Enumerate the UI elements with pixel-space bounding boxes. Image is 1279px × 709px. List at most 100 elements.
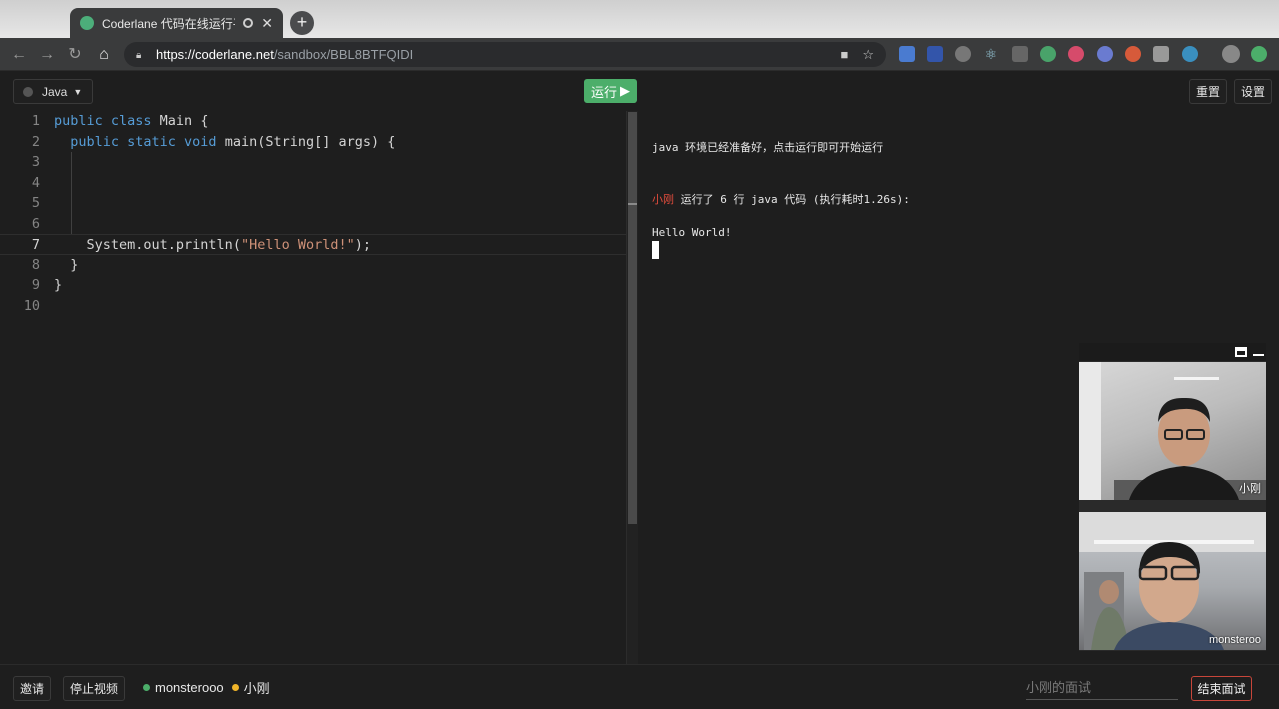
react-devtools-icon[interactable]: ⚛ bbox=[983, 46, 999, 62]
code-line-active: 7 System.out.println("Hello World!"); bbox=[0, 234, 626, 255]
line-number: 10 bbox=[23, 297, 40, 314]
back-icon[interactable]: ← bbox=[8, 44, 30, 66]
recording-indicator-icon bbox=[243, 18, 254, 28]
extension-icon[interactable] bbox=[1125, 46, 1141, 62]
extension-icon[interactable] bbox=[1097, 46, 1113, 62]
code-line: 1 public class Main { bbox=[0, 111, 626, 132]
code-text: ); bbox=[354, 237, 372, 253]
profile-avatar[interactable] bbox=[1222, 45, 1240, 63]
code-string: "Hello World!" bbox=[240, 237, 355, 253]
reload-icon[interactable]: ↻ bbox=[64, 44, 86, 66]
participant-name: 小刚 bbox=[243, 681, 270, 696]
translate-extension-icon[interactable] bbox=[899, 46, 915, 62]
camera-icon[interactable]: ■ bbox=[840, 47, 848, 62]
participant-video-image bbox=[1079, 512, 1266, 650]
code-keyword: public class bbox=[54, 113, 152, 129]
coderlane-favicon-icon bbox=[80, 16, 94, 30]
extension-icon[interactable] bbox=[955, 46, 971, 62]
app-toolbar: Java ▼ 运行 ▶ 重置 设置 bbox=[0, 71, 1279, 111]
play-icon: ▶ bbox=[620, 83, 630, 98]
close-tab-icon[interactable]: ✕ bbox=[261, 15, 273, 32]
console-run-user: 小刚 bbox=[652, 193, 674, 206]
forward-icon[interactable]: → bbox=[36, 44, 58, 66]
tab-title: Coderlane 代码在线运行平 bbox=[102, 16, 236, 31]
invite-button[interactable]: 邀请 bbox=[13, 676, 51, 701]
video-feed: 小刚 bbox=[1079, 362, 1266, 500]
code-line: 5 bbox=[0, 193, 626, 214]
code-line: 2 public static void main(String[] args)… bbox=[0, 132, 626, 153]
extension-icon[interactable] bbox=[1012, 46, 1028, 62]
participant-name: monsterooo bbox=[155, 680, 224, 695]
lock-icon: 🔒︎ bbox=[136, 49, 142, 61]
bookmark-star-icon[interactable]: ☆ bbox=[862, 47, 874, 63]
code-line: 8 } bbox=[0, 255, 626, 276]
update-icon[interactable] bbox=[1251, 46, 1267, 62]
code-text: System.out.println( bbox=[86, 237, 241, 253]
run-label: 运行 bbox=[590, 84, 617, 100]
extension-icon[interactable] bbox=[927, 46, 943, 62]
video-panel-header bbox=[1079, 343, 1266, 361]
line-number: 3 bbox=[31, 154, 40, 170]
end-interview-button[interactable]: 结束面试 bbox=[1191, 676, 1252, 701]
line-number: 7 bbox=[31, 237, 40, 253]
code-text: Main { bbox=[151, 113, 209, 129]
console-run-summary: 小刚 运行了 6 行 java 代码 (执行耗时1.26s): bbox=[652, 191, 910, 207]
stop-video-button[interactable]: 停止视频 bbox=[63, 676, 125, 701]
language-label: Java bbox=[42, 84, 68, 99]
code-line: 6 bbox=[0, 214, 626, 235]
terminal-cursor bbox=[652, 241, 659, 259]
code-text: } bbox=[54, 256, 79, 273]
line-number: 4 bbox=[31, 174, 40, 191]
language-select[interactable]: Java ▼ bbox=[13, 79, 93, 104]
home-icon[interactable]: ⌂ bbox=[93, 44, 115, 66]
settings-button[interactable]: 设置 bbox=[1234, 79, 1272, 104]
code-editor[interactable]: 1 public class Main { 2 public static vo… bbox=[0, 111, 626, 664]
video-panel: 小刚 monsteroo bbox=[1079, 343, 1266, 651]
console-ready-message: java 环境已经准备好，点击运行即可开始运行 bbox=[652, 141, 884, 154]
new-tab-button[interactable]: + bbox=[290, 11, 314, 35]
console-run-message: 运行了 6 行 java 代码 (执行耗时1.26s): bbox=[674, 193, 910, 206]
interview-title-input[interactable] bbox=[1026, 676, 1178, 700]
participant-list: monsterooo 小刚 bbox=[143, 678, 270, 697]
line-number: 2 bbox=[31, 133, 40, 150]
code-line: 4 bbox=[0, 173, 626, 194]
minimize-icon[interactable] bbox=[1253, 354, 1264, 356]
extension-icon[interactable] bbox=[1153, 46, 1169, 62]
online-status-icon bbox=[231, 684, 239, 691]
url-path: /sandbox/BBL8BTFQIDI bbox=[273, 47, 414, 62]
address-bar[interactable]: 🔒︎ https://coderlane.net/sandbox/BBL8BTF… bbox=[124, 42, 886, 67]
code-text: main(String[] args) { bbox=[216, 133, 396, 150]
participant-name: monsteroo bbox=[1209, 634, 1261, 646]
browser-tab[interactable]: Coderlane 代码在线运行平 ✕ bbox=[70, 8, 283, 38]
code-line: 9 } bbox=[0, 275, 626, 296]
url-host: https://coderlane.net bbox=[156, 47, 274, 62]
run-button[interactable]: 运行 ▶ bbox=[584, 79, 637, 103]
online-status-icon bbox=[143, 684, 150, 691]
caret-down-icon: ▼ bbox=[73, 86, 83, 97]
scrollbar-marker bbox=[628, 203, 637, 205]
participant-video-image bbox=[1079, 362, 1266, 500]
line-number: 8 bbox=[31, 256, 40, 273]
reset-button[interactable]: 重置 bbox=[1189, 79, 1227, 104]
line-number: 1 bbox=[31, 113, 40, 129]
maximize-icon[interactable] bbox=[1235, 347, 1247, 357]
extension-icon[interactable] bbox=[1182, 46, 1198, 62]
extension-icon[interactable] bbox=[1040, 46, 1056, 62]
scrollbar-thumb[interactable] bbox=[628, 112, 637, 524]
console-program-output: Hello World! bbox=[652, 226, 732, 239]
participant-name: 小刚 bbox=[1239, 483, 1261, 495]
bottom-bar: 邀请 停止视频 monsterooo 小刚 结束面试 bbox=[0, 664, 1279, 709]
code-line: 3 bbox=[0, 152, 626, 173]
line-number: 9 bbox=[31, 277, 40, 293]
extension-icon[interactable] bbox=[1068, 46, 1084, 62]
editor-scrollbar[interactable] bbox=[626, 111, 638, 664]
browser-toolbar: ← → ↻ ⌂ 🔒︎ https://coderlane.net/sandbox… bbox=[0, 38, 1279, 71]
code-line: 10 bbox=[0, 296, 626, 317]
code-keyword: public static void bbox=[70, 133, 217, 150]
code-text: } bbox=[54, 277, 63, 293]
line-number: 6 bbox=[31, 215, 40, 232]
line-number: 5 bbox=[31, 195, 40, 211]
browser-tab-strip: Coderlane 代码在线运行平 ✕ + bbox=[0, 0, 1279, 38]
video-feed: monsteroo bbox=[1079, 512, 1266, 650]
status-dot-icon bbox=[23, 86, 33, 97]
